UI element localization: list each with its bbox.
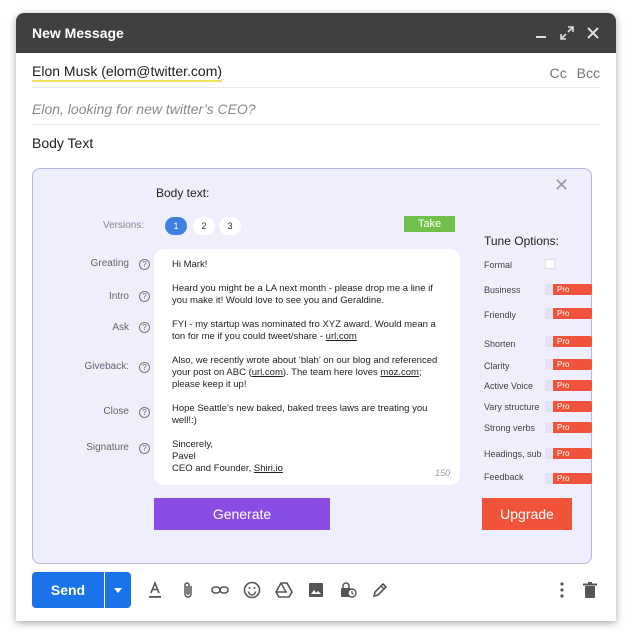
help-icon[interactable]: ? bbox=[139, 443, 150, 454]
drive-icon[interactable] bbox=[273, 579, 295, 601]
version-button-1[interactable]: 1 bbox=[165, 217, 187, 235]
option-label-headings: Headings, sub bbox=[484, 449, 542, 459]
pro-badge: Pro bbox=[553, 422, 592, 433]
generated-email[interactable]: Hi Mark! Heard you might be a LA next mo… bbox=[154, 249, 460, 485]
attach-icon[interactable] bbox=[177, 579, 199, 601]
formal-checkbox[interactable] bbox=[545, 259, 555, 269]
link-icon[interactable] bbox=[209, 579, 231, 601]
strong-verbs-pro-toggle[interactable]: Pro bbox=[545, 422, 592, 433]
bcc-button[interactable]: Bcc bbox=[577, 65, 600, 81]
section-label-greating: Greating bbox=[90, 258, 129, 269]
email-giveback: Also, we recently wrote about ‘blah’ on … bbox=[172, 355, 442, 391]
signature-link[interactable]: Shiri.io bbox=[254, 463, 283, 474]
help-icon[interactable]: ? bbox=[139, 291, 150, 302]
giveback-text-mid: ). The team here loves bbox=[282, 367, 381, 378]
photo-icon[interactable] bbox=[305, 579, 327, 601]
option-label-business: Business bbox=[484, 285, 521, 295]
feedback-pro-toggle[interactable]: Pro bbox=[545, 473, 592, 484]
email-close: Hope Seattle’s new baked, baked trees la… bbox=[172, 403, 428, 426]
recipient-chip[interactable]: Elon Musk (elom@twitter.com) bbox=[32, 63, 223, 82]
trash-icon[interactable] bbox=[579, 579, 601, 601]
section-labels: Greating Intro Ask Giveback: Close Signa… bbox=[33, 169, 129, 563]
subject-text[interactable]: Elon, looking for new twitter’s CEO? bbox=[32, 101, 256, 117]
pro-badge: Pro bbox=[553, 401, 592, 412]
to-field[interactable]: Elon Musk (elom@twitter.com) Cc Bcc bbox=[32, 58, 600, 88]
expand-icon[interactable] bbox=[556, 22, 578, 44]
active-voice-pro-toggle[interactable]: Pro bbox=[545, 380, 592, 391]
email-greeting: Hi Mark! bbox=[172, 259, 208, 270]
version-button-3[interactable]: 3 bbox=[219, 217, 241, 235]
email-ask: FYI - my startup was nominated fro XYZ a… bbox=[172, 319, 442, 343]
char-count: 150 bbox=[434, 468, 450, 478]
ask-link[interactable]: url.com bbox=[326, 331, 357, 342]
signature-line: Sincerely, bbox=[172, 439, 214, 450]
giveback-link-2[interactable]: moz.com bbox=[380, 367, 419, 378]
panel-close-icon[interactable]: ✕ bbox=[554, 175, 569, 196]
help-icon[interactable]: ? bbox=[139, 322, 150, 333]
vary-structure-pro-toggle[interactable]: Pro bbox=[545, 401, 592, 412]
tune-options-title: Tune Options: bbox=[484, 234, 559, 248]
generate-button[interactable]: Generate bbox=[154, 498, 330, 530]
close-icon[interactable] bbox=[582, 22, 604, 44]
format-text-icon[interactable] bbox=[144, 579, 166, 601]
option-label-formal: Formal bbox=[484, 260, 513, 270]
confidential-icon[interactable] bbox=[337, 579, 359, 601]
section-label-ask: Ask bbox=[112, 322, 129, 333]
friendly-pro-toggle[interactable]: Pro bbox=[545, 308, 592, 319]
panel-heading: Body text: bbox=[156, 186, 210, 200]
send-button[interactable]: Send bbox=[32, 572, 104, 608]
option-label-active-voice: Active Voice bbox=[484, 381, 534, 391]
upgrade-button[interactable]: Upgrade bbox=[482, 498, 572, 530]
signature-role: CEO and Founder, bbox=[172, 463, 254, 474]
option-label-strong-verbs: Strong verbs bbox=[484, 423, 536, 433]
subject-field[interactable]: Elon, looking for new twitter’s CEO? bbox=[32, 93, 600, 125]
option-label-friendly: Friendly bbox=[484, 310, 517, 320]
cc-bcc: Cc Bcc bbox=[544, 65, 600, 81]
pro-badge: Pro bbox=[553, 336, 592, 347]
compose-window: New Message Elon Musk (elom@twitter.com)… bbox=[16, 13, 616, 621]
section-label-intro: Intro bbox=[108, 291, 129, 302]
email-intro: Heard you might be a LA next month - ple… bbox=[172, 283, 433, 306]
version-button-2[interactable]: 2 bbox=[193, 217, 215, 235]
option-label-vary-structure: Vary structure bbox=[484, 402, 540, 412]
option-label-clarity: Clarity bbox=[484, 361, 510, 371]
email-signature: Sincerely, Pavel CEO and Founder, Shiri.… bbox=[172, 439, 442, 475]
clarity-pro-toggle[interactable]: Pro bbox=[545, 359, 592, 370]
section-label-giveback: Giveback: bbox=[84, 361, 129, 372]
pro-badge: Pro bbox=[553, 473, 592, 484]
take-button[interactable]: Take bbox=[404, 216, 455, 232]
signature-name: Pavel bbox=[172, 451, 196, 462]
business-pro-toggle[interactable]: Pro bbox=[545, 284, 592, 295]
shorten-pro-toggle[interactable]: Pro bbox=[545, 336, 592, 347]
pro-badge: Pro bbox=[553, 448, 592, 459]
compose-toolbar: Send bbox=[16, 569, 616, 609]
body-text[interactable]: Body Text bbox=[32, 135, 93, 151]
headings-pro-toggle[interactable]: Pro bbox=[545, 448, 592, 459]
ask-text: FYI - my startup was nominated fro XYZ a… bbox=[172, 319, 436, 342]
pro-badge: Pro bbox=[553, 380, 592, 391]
pro-badge: Pro bbox=[553, 308, 592, 319]
section-label-signature: Signature bbox=[86, 442, 129, 453]
emoji-icon[interactable] bbox=[241, 579, 263, 601]
help-icon[interactable]: ? bbox=[139, 407, 150, 418]
window-title: New Message bbox=[32, 25, 124, 41]
signature-title: CEO and Founder, Shiri.io bbox=[172, 463, 442, 475]
assistant-panel: ✕ Body text: Versions: 1 2 3 Take Greati… bbox=[32, 168, 592, 564]
minimize-icon[interactable] bbox=[530, 22, 552, 44]
more-options-icon[interactable] bbox=[551, 579, 573, 601]
help-icon[interactable]: ? bbox=[139, 259, 150, 270]
title-bar: New Message bbox=[16, 13, 616, 53]
pro-badge: Pro bbox=[553, 359, 592, 370]
send-options-icon[interactable] bbox=[105, 572, 131, 608]
section-label-close: Close bbox=[103, 406, 129, 417]
signature-icon[interactable] bbox=[369, 579, 391, 601]
option-label-feedback: Feedback bbox=[484, 472, 524, 482]
help-icon[interactable]: ? bbox=[139, 362, 150, 373]
option-label-shorten: Shorten bbox=[484, 339, 516, 349]
cc-button[interactable]: Cc bbox=[550, 65, 567, 81]
pro-badge: Pro bbox=[553, 284, 592, 295]
giveback-link-1[interactable]: url.com bbox=[252, 367, 283, 378]
